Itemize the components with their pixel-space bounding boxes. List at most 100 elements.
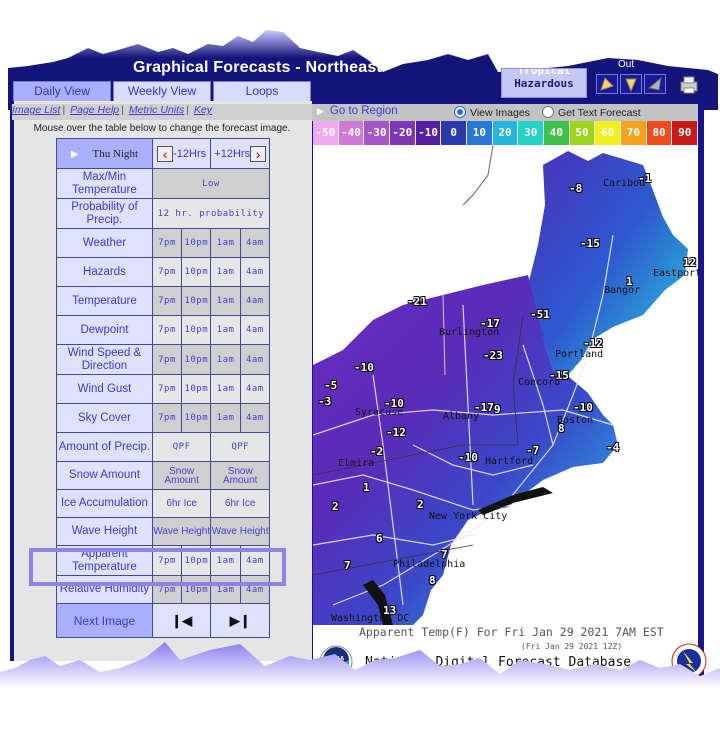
forecast-hour-cell[interactable]: 4am [239, 315, 271, 345]
forecast-hour-cell[interactable]: 7pm [151, 286, 183, 316]
forecast-hour-cell[interactable]: 4am [239, 228, 271, 258]
forecast-cell[interactable]: Low [151, 168, 271, 199]
printer-icon[interactable] [678, 76, 700, 94]
forecast-hour-cell[interactable]: 1am [210, 257, 241, 287]
forecast-hour-cell[interactable]: 1am [210, 315, 241, 345]
city-label: Syracuse [355, 407, 404, 418]
temperature-value-label: -10 [573, 401, 593, 414]
forecast-hour-cell[interactable]: 4am [239, 374, 271, 404]
forecast-hour-cell[interactable]: 10pm [181, 374, 212, 404]
separator: | [186, 104, 189, 116]
view-images-radio[interactable] [454, 106, 466, 118]
forecast-hour-cell[interactable]: 1am [210, 286, 241, 316]
city-label: Eastport [653, 268, 698, 279]
row-label[interactable]: Wind Gust [56, 374, 153, 404]
temperature-value-label: -8 [569, 182, 583, 195]
forecast-cell[interactable]: Wave Height [210, 517, 270, 546]
tab-loops[interactable]: Loops [213, 81, 311, 101]
forecast-hour-cell[interactable]: 10pm [181, 315, 212, 345]
forecast-hour-cell[interactable]: 4am [239, 286, 271, 316]
forecast-hour-cell[interactable]: 1am [210, 344, 241, 375]
forecast-cell[interactable]: 6hr Ice [151, 489, 212, 518]
forecast-hour-cell[interactable]: 4am [239, 403, 271, 433]
table-row: Wind Speed & Direction 7pm 10pm 1am 4am [56, 344, 271, 375]
temperature-value-label: -10 [354, 361, 374, 374]
metric-units-link[interactable]: Metric Units [129, 104, 184, 116]
next-12hrs-button[interactable]: +12Hrs › [210, 138, 270, 169]
scale-swatch: 50 [569, 121, 596, 145]
temperature-value-label: 8 [429, 574, 436, 587]
city-label: Concord [518, 377, 561, 388]
city-label: Albany [443, 411, 480, 422]
key-link[interactable]: Key [194, 104, 212, 116]
image-list-link[interactable]: Image List [12, 104, 60, 116]
forecast-hour-cell[interactable]: 7pm [151, 315, 183, 345]
row-label[interactable]: Temperature [56, 286, 153, 316]
forecast-hour-cell[interactable]: 7pm [151, 403, 183, 433]
table-row: Amount of Precip. QPF QPF [56, 432, 270, 462]
forecast-hour-cell[interactable]: 10pm [181, 344, 212, 375]
temperature-color-scale: -50 -40 -30 -20 -10 0 10 20 30 40 50 60 70 80 90 [313, 121, 699, 145]
forecast-cell[interactable]: 12 hr. probability [151, 198, 271, 229]
forecast-hour-cell[interactable]: 10pm [181, 257, 212, 287]
temperature-value-label: 7 [344, 559, 351, 572]
city-label: Bangor [604, 285, 641, 296]
city-label: New York City [429, 511, 508, 522]
forecast-hour-cell[interactable]: 10pm [181, 286, 212, 316]
temperature-value-label: -15 [580, 237, 600, 250]
forecast-hour-cell[interactable]: 7pm [151, 344, 183, 375]
arrow-northeast-icon [647, 76, 662, 91]
row-label[interactable]: Max/Min Temperature [56, 168, 153, 199]
forecast-hour-cell[interactable]: 4am [239, 257, 271, 287]
forecast-cell[interactable]: 6hr Ice [210, 489, 270, 518]
forecast-hour-cell[interactable]: 7pm [151, 257, 183, 287]
forecast-hour-cell[interactable]: 10pm [181, 228, 212, 258]
tab-daily-view[interactable]: Daily View [13, 81, 111, 101]
forecast-hour-cell[interactable]: 10pm [181, 403, 212, 433]
tab-weekly-view[interactable]: Weekly View [113, 81, 211, 101]
temperature-value-label: 2 [417, 498, 424, 511]
temperature-value-label: -21 [407, 295, 427, 308]
row-label[interactable]: Probability of Precip. [56, 198, 153, 229]
forecast-cell[interactable]: QPF [151, 432, 212, 462]
forecast-cell[interactable]: QPF [210, 432, 270, 462]
forecast-cell[interactable]: Snow Amount [210, 461, 270, 490]
arrow-northwest-icon [600, 77, 614, 91]
temperature-value-label: -10 [458, 451, 478, 464]
go-to-region-button[interactable]: ▶ Go to Region [317, 105, 398, 117]
row-label[interactable]: Dewpoint [56, 315, 153, 345]
zoom-out-label: Out [618, 59, 635, 70]
pan-southwest-button[interactable] [644, 74, 666, 94]
forecast-hour-cell[interactable]: 7pm [151, 374, 183, 404]
pan-northwest-button[interactable] [596, 74, 618, 94]
page-help-link[interactable]: Page Help [70, 104, 119, 116]
forecast-cell[interactable]: Wave Height [151, 517, 212, 546]
scale-swatch: -30 [364, 121, 391, 145]
forecast-hour-cell[interactable]: 7pm [151, 228, 183, 258]
forecast-hour-cell[interactable]: 1am [210, 403, 241, 433]
row-label[interactable]: Hazards [56, 257, 153, 287]
separator: | [62, 104, 66, 116]
forecast-hour-cell[interactable]: 1am [210, 374, 241, 404]
forecast-cell[interactable]: Snow Amount [151, 461, 212, 490]
row-label[interactable]: Weather [56, 228, 153, 258]
get-text-forecast-radio[interactable] [542, 106, 554, 118]
row-label[interactable]: Sky Cover [56, 403, 153, 433]
forecast-map[interactable]: -1 -8 -15 12 1 -21 -51 -17 -12 -23 -10 -15 -5 -3 -10 -1… [313, 145, 698, 625]
row-label[interactable]: Snow Amount [56, 461, 153, 490]
row-label[interactable]: Wave Height [56, 517, 153, 546]
scale-swatch: 70 [621, 121, 647, 145]
prev-12hrs-button[interactable]: ‹ -12Hrs [151, 138, 212, 169]
row-label[interactable]: Ice Accumulation [56, 489, 153, 518]
table-row: Max/Min Temperature Low [56, 168, 271, 199]
forecast-hour-cell[interactable]: 1am [210, 228, 241, 258]
forecast-hour-cell[interactable]: 4am [239, 344, 271, 375]
pan-south-button[interactable] [620, 74, 642, 94]
selected-row-highlight [29, 548, 286, 586]
temperature-value-label: -12 [386, 426, 406, 439]
tropical-hazardous-tab[interactable]: Tropical Hazardous [501, 68, 587, 98]
row-label[interactable]: Wind Speed & Direction [56, 344, 153, 375]
row-label[interactable]: Amount of Precip. [56, 432, 153, 462]
play-icon: ▶ [70, 148, 79, 160]
prev-12hrs-label: -12Hrs [173, 147, 207, 160]
